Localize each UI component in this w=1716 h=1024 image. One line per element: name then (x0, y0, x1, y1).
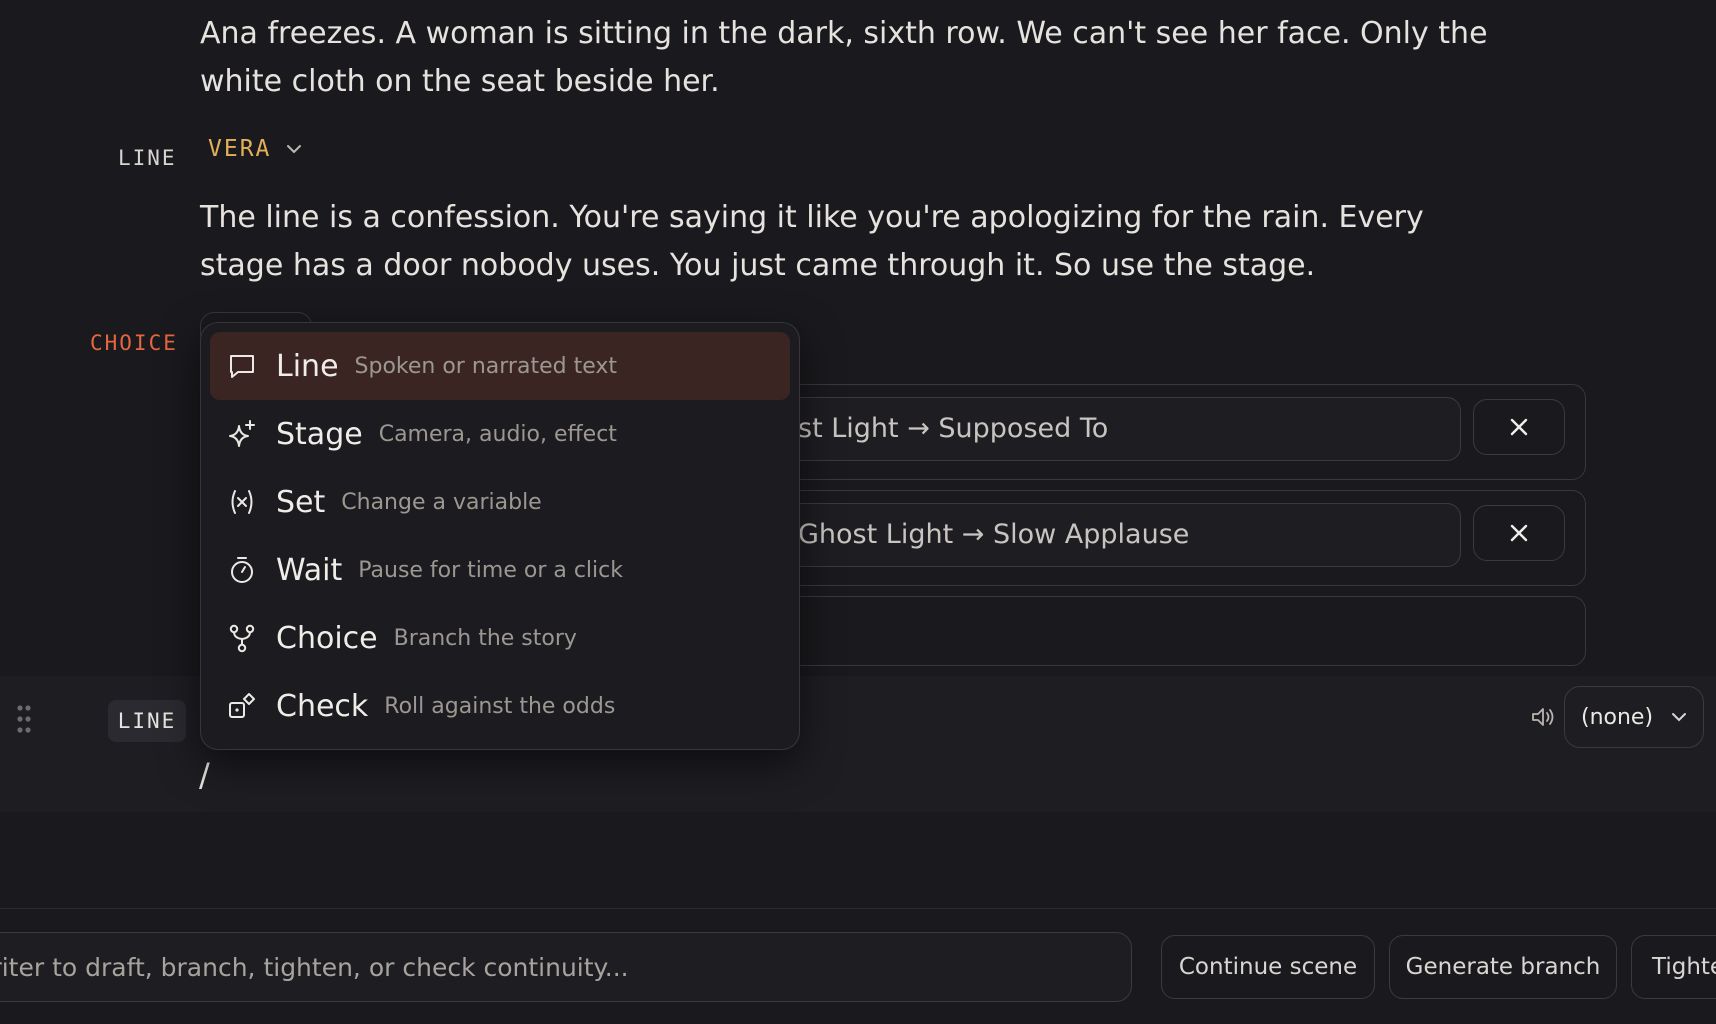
menu-item-set[interactable]: Set Change a variable (210, 468, 790, 536)
character-name: VERA (208, 136, 272, 162)
menu-item-label: Choice (276, 620, 378, 656)
remove-option-button[interactable] (1473, 505, 1565, 561)
chevron-down-icon (1672, 713, 1687, 722)
choice-kind-label: CHOICE (90, 331, 178, 355)
tighten-button[interactable]: Tighte (1631, 935, 1716, 999)
speech-bubble-icon (230, 355, 254, 378)
menu-item-choice[interactable]: Choice Branch the story (210, 604, 790, 672)
line-text-input[interactable]: / (199, 756, 210, 794)
character-selector[interactable]: VERA (208, 136, 303, 162)
close-icon (1510, 524, 1528, 542)
sparkle-icon (229, 420, 255, 447)
menu-item-label: Wait (276, 552, 343, 588)
menu-item-description: Pause for time or a click (358, 557, 623, 583)
dialogue-text[interactable]: The line is a confession. You're saying … (200, 194, 1490, 290)
chevron-down-icon (287, 145, 302, 154)
assistant-input[interactable] (0, 932, 1132, 1002)
continue-scene-button[interactable]: Continue scene (1161, 935, 1375, 999)
menu-item-line[interactable]: Line Spoken or narrated text (210, 332, 790, 400)
menu-item-label: Stage (276, 416, 363, 452)
generate-branch-button[interactable]: Generate branch (1389, 935, 1617, 999)
menu-item-description: Branch the story (393, 625, 577, 651)
slash-command-menu: Line Spoken or narrated text Stage Camer… (200, 322, 800, 750)
line-kind-badge[interactable]: LINE (108, 700, 186, 742)
menu-item-stage[interactable]: Stage Camera, audio, effect (210, 400, 790, 468)
line-kind-label: LINE (118, 146, 177, 170)
voice-select[interactable]: (none) (1564, 686, 1704, 748)
menu-item-wait[interactable]: Wait Pause for time or a click (210, 536, 790, 604)
menu-item-label: Set (276, 484, 326, 520)
remove-option-button[interactable] (1473, 399, 1565, 455)
menu-item-check[interactable]: Check Roll against the odds (210, 672, 790, 740)
menu-item-description: Change a variable (341, 489, 542, 515)
narration-text[interactable]: Ana freezes. A woman is sitting in the d… (200, 10, 1490, 106)
volume-icon (1532, 708, 1554, 726)
variable-icon (231, 490, 253, 514)
menu-item-label: Check (276, 688, 369, 724)
timer-icon (231, 557, 253, 583)
menu-item-description: Roll against the odds (384, 693, 616, 719)
branch-icon (229, 624, 255, 653)
dice-icon (229, 693, 255, 718)
close-icon (1510, 418, 1528, 436)
drag-handle-icon[interactable] (16, 704, 32, 734)
menu-item-description: Camera, audio, effect (378, 421, 617, 447)
voice-select-value: (none) (1581, 704, 1654, 730)
menu-item-description: Spoken or narrated text (354, 353, 617, 379)
bottom-divider (0, 908, 1716, 909)
menu-item-label: Line (276, 348, 339, 384)
